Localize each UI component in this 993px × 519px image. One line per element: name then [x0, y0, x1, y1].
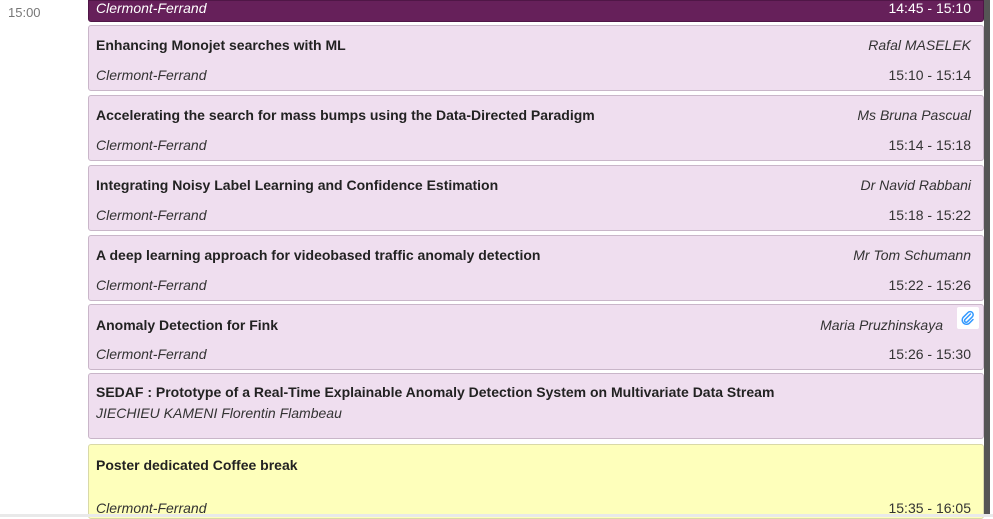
contribution-room: Clermont-Ferrand: [96, 207, 207, 223]
contribution-title[interactable]: Integrating Noisy Label Learning and Con…: [96, 177, 498, 193]
contribution-title[interactable]: Enhancing Monojet searches with ML: [96, 37, 346, 53]
session-room: Clermont-Ferrand: [96, 0, 207, 16]
contribution-speaker: Ms Bruna Pascual: [857, 107, 971, 123]
contribution-title[interactable]: SEDAF : Prototype of a Real-Time Explain…: [96, 384, 774, 400]
contribution-card[interactable]: Anomaly Detection for Fink Maria Pruzhin…: [88, 304, 984, 370]
contribution-speaker: Dr Navid Rabbani: [860, 177, 972, 193]
contribution-card[interactable]: SEDAF : Prototype of a Real-Time Explain…: [88, 373, 984, 439]
session-block[interactable]: Clermont-Ferrand 14:45 - 15:10: [88, 0, 984, 22]
contribution-card[interactable]: A deep learning approach for videobased …: [88, 235, 984, 301]
scroll-edge: [984, 0, 990, 517]
contribution-card[interactable]: Integrating Noisy Label Learning and Con…: [88, 165, 984, 231]
time-axis-label: 15:00: [8, 5, 41, 20]
contribution-room: Clermont-Ferrand: [96, 277, 207, 293]
contribution-title[interactable]: Accelerating the search for mass bumps u…: [96, 107, 595, 123]
contribution-time: 15:10 - 15:14: [888, 67, 971, 83]
session-time: 14:45 - 15:10: [888, 0, 971, 16]
contribution-room: Clermont-Ferrand: [96, 346, 207, 362]
contribution-card[interactable]: Enhancing Monojet searches with ML Rafal…: [88, 25, 984, 91]
contribution-time: 15:14 - 15:18: [888, 137, 971, 153]
contribution-time: 15:22 - 15:26: [888, 277, 971, 293]
contribution-speaker: Maria Pruzhinskaya: [820, 317, 943, 333]
contribution-title[interactable]: Anomaly Detection for Fink: [96, 317, 278, 333]
paperclip-icon[interactable]: [957, 307, 979, 329]
contribution-time: 15:26 - 15:30: [888, 346, 971, 362]
contribution-room: Clermont-Ferrand: [96, 137, 207, 153]
contribution-title[interactable]: A deep learning approach for videobased …: [96, 247, 540, 263]
contribution-card[interactable]: Accelerating the search for mass bumps u…: [88, 95, 984, 161]
contribution-room: Clermont-Ferrand: [96, 67, 207, 83]
contribution-speaker: JIECHIEU KAMENI Florentin Flambeau: [96, 405, 342, 421]
contribution-speaker: Mr Tom Schumann: [853, 247, 971, 263]
contribution-time: 15:18 - 15:22: [888, 207, 971, 223]
break-block[interactable]: Poster dedicated Coffee break Clermont-F…: [88, 444, 984, 519]
break-title[interactable]: Poster dedicated Coffee break: [96, 457, 298, 473]
contribution-speaker: Rafal MASELEK: [868, 37, 971, 53]
